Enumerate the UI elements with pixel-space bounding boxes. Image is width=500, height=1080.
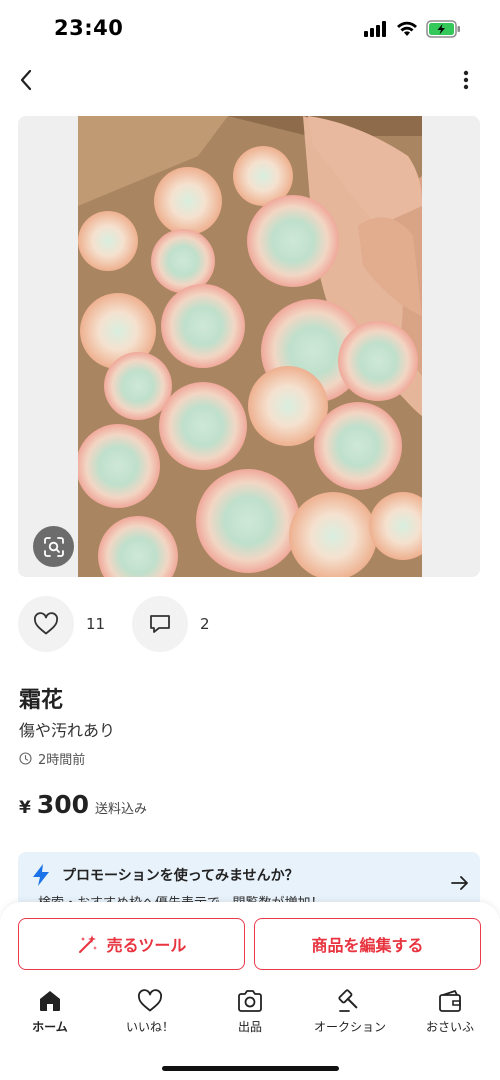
- tab-home[interactable]: ホーム: [0, 988, 100, 1038]
- arrow-right-icon: [451, 876, 468, 890]
- like-button[interactable]: [18, 596, 74, 652]
- comment-count: 2: [200, 615, 210, 633]
- sell-tools-label: 売るツール: [106, 936, 187, 955]
- home-icon: [40, 991, 60, 1011]
- item-price: ¥ 300 送料込み: [19, 790, 147, 819]
- item-condition: 傷や汚れあり: [19, 721, 116, 740]
- image-search-icon: [43, 536, 64, 557]
- lightning-icon: [33, 864, 49, 886]
- posted-time-label: 2時間前: [38, 753, 86, 768]
- tab-likes-label: いいね！: [125, 1020, 174, 1034]
- more-options-button[interactable]: [452, 66, 480, 94]
- posted-time: 2時間前: [19, 749, 85, 768]
- back-button[interactable]: [12, 66, 40, 94]
- shipping-note: 送料込み: [95, 802, 148, 817]
- bottom-action-sheet: 売るツール 商品を編集する ホーム いいね！ 出品 オークション おさいふ: [0, 902, 500, 1080]
- tab-wallet[interactable]: おさいふ: [400, 988, 500, 1038]
- price-currency: ¥: [19, 798, 31, 818]
- home-indicator: [162, 1066, 339, 1071]
- heart-icon: [138, 989, 162, 1012]
- comment-button[interactable]: [132, 596, 188, 652]
- clock-icon: [19, 752, 32, 765]
- product-image-frame[interactable]: [18, 116, 480, 577]
- tab-listing-label: 出品: [237, 1020, 262, 1034]
- tab-bar: ホーム いいね！ 出品 オークション おさいふ: [0, 988, 500, 1038]
- tab-listing[interactable]: 出品: [200, 988, 300, 1038]
- signal-icon: [364, 21, 388, 41]
- image-search-button[interactable]: [33, 526, 74, 567]
- magic-wand-icon: [78, 935, 97, 953]
- wallet-icon: [439, 990, 461, 1012]
- tab-wallet-label: おさいふ: [425, 1020, 474, 1034]
- gavel-icon: [338, 989, 358, 1012]
- heart-icon: [34, 612, 58, 635]
- status-icons: [364, 20, 462, 42]
- like-count: 11: [86, 615, 106, 633]
- status-bar: 23:40: [0, 0, 500, 60]
- tab-home-label: ホーム: [32, 1020, 68, 1034]
- camera-icon: [238, 990, 262, 1012]
- more-vertical-icon: [463, 70, 469, 90]
- battery-icon: [426, 20, 462, 42]
- chevron-left-icon: [20, 69, 32, 91]
- item-title: 霜花: [19, 688, 64, 713]
- tab-auction-label: オークション: [313, 1020, 386, 1034]
- tab-likes[interactable]: いいね！: [100, 988, 200, 1038]
- comment-icon: [150, 615, 170, 633]
- tab-auction[interactable]: オークション: [300, 988, 400, 1038]
- edit-item-label: 商品を編集する: [311, 936, 424, 955]
- product-photo[interactable]: [78, 116, 422, 577]
- sell-tools-button[interactable]: 売るツール: [18, 918, 245, 970]
- status-time: 23:40: [54, 16, 124, 40]
- wifi-icon: [396, 21, 418, 41]
- reaction-row: 11 2: [18, 596, 224, 652]
- edit-item-button[interactable]: 商品を編集する: [254, 918, 481, 970]
- price-value: 300: [36, 790, 90, 819]
- promotion-title: プロモーションを使ってみませんか？: [62, 868, 299, 884]
